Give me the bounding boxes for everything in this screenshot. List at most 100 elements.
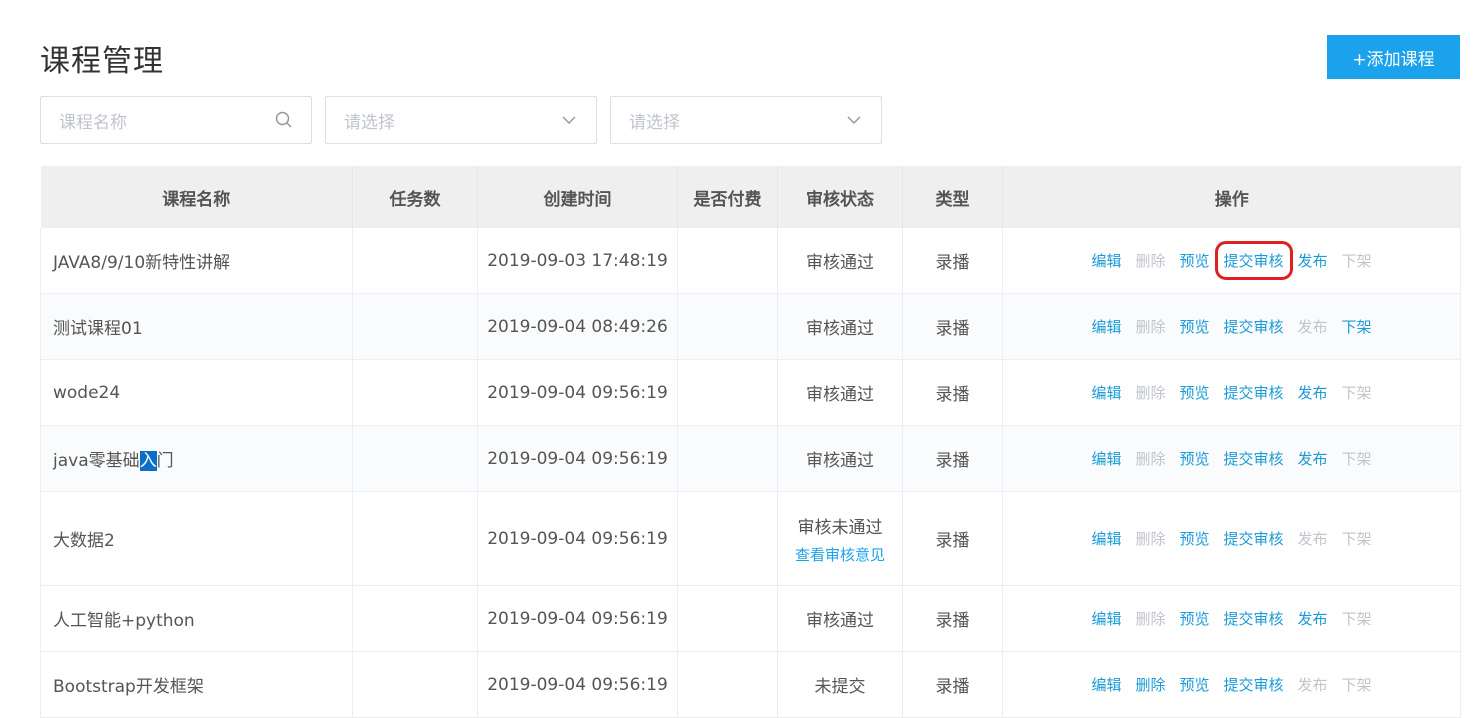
delete-button[interactable]: 删除 [1135, 674, 1165, 695]
preview-button[interactable]: 预览 [1179, 250, 1209, 271]
publish-button[interactable]: 发布 [1298, 250, 1328, 271]
submit-audit-button[interactable]: 提交审核 [1224, 528, 1284, 549]
unpublish-button[interactable]: 下架 [1342, 316, 1372, 337]
created-time: 2019-09-04 09:56:19 [477, 359, 678, 426]
submit-audit-button[interactable]: 提交审核 [1224, 448, 1284, 469]
preview-button[interactable]: 预览 [1179, 316, 1209, 337]
unpublish-button[interactable]: 下架 [1342, 608, 1372, 629]
paid-flag [677, 359, 778, 426]
edit-button[interactable]: 编辑 [1091, 448, 1121, 469]
delete-button[interactable]: 删除 [1135, 608, 1165, 629]
publish-button[interactable]: 发布 [1298, 448, 1328, 469]
submit-audit-button[interactable]: 提交审核 [1224, 316, 1284, 337]
column-header: 类型 [902, 166, 1003, 228]
submit-audit-button[interactable]: 提交审核 [1224, 674, 1284, 695]
audit-status: 审核通过 [777, 228, 903, 294]
created-time: 2019-09-04 09:56:19 [477, 585, 678, 652]
search-icon[interactable] [275, 111, 293, 129]
add-course-button[interactable]: +添加课程 [1327, 35, 1460, 79]
submit-audit-button[interactable]: 提交审核 [1224, 608, 1284, 629]
course-name: 测试课程01 [40, 293, 353, 360]
course-name: 人工智能+python [40, 585, 353, 652]
delete-button[interactable]: 删除 [1135, 528, 1165, 549]
publish-button[interactable]: 发布 [1298, 674, 1328, 695]
column-header: 审核状态 [777, 166, 903, 228]
column-header: 创建时间 [477, 166, 678, 228]
unpublish-button[interactable]: 下架 [1342, 448, 1372, 469]
preview-button[interactable]: 预览 [1179, 448, 1209, 469]
actions-cell: 编辑 删除 预览 提交审核 发布 下架 [1002, 491, 1461, 586]
edit-button[interactable]: 编辑 [1091, 608, 1121, 629]
edit-button[interactable]: 编辑 [1091, 316, 1121, 337]
paid-flag [677, 293, 778, 360]
course-name-part: java零基础 [53, 451, 140, 471]
table-row: wode24 2019-09-04 09:56:19 审核通过 录播 编辑 删除… [40, 359, 1461, 426]
course-name: 大数据2 [40, 491, 353, 586]
course-name: Bootstrap开发框架 [40, 651, 353, 718]
course-name-part: 门 [156, 451, 174, 471]
preview-button[interactable]: 预览 [1179, 528, 1209, 549]
course-table: 课程名称 任务数 创建时间 是否付费 审核状态 类型 操作 JAVA8/9/10… [40, 166, 1461, 718]
filter-select-2[interactable]: 请选择 [610, 96, 882, 144]
table-row: 测试课程01 2019-09-04 08:49:26 审核通过 录播 编辑 删除… [40, 293, 1461, 360]
edit-button[interactable]: 编辑 [1091, 382, 1121, 403]
edit-button[interactable]: 编辑 [1091, 250, 1121, 271]
unpublish-button[interactable]: 下架 [1342, 250, 1372, 271]
column-header: 是否付费 [677, 166, 778, 228]
audit-status: 审核未通过 查看审核意见 [777, 491, 903, 586]
column-header: 课程名称 [40, 166, 353, 228]
course-type: 录播 [902, 585, 1003, 652]
chevron-down-icon [560, 111, 578, 129]
paid-flag [677, 651, 778, 718]
created-time: 2019-09-04 09:56:19 [477, 651, 678, 718]
search-placeholder: 课程名称 [59, 112, 127, 133]
course-name: JAVA8/9/10新特性讲解 [40, 228, 353, 294]
course-type: 录播 [902, 228, 1003, 294]
table-row: java零基础入门 2019-09-04 09:56:19 审核通过 录播 编辑… [40, 425, 1461, 492]
view-audit-opinion-link[interactable]: 查看审核意见 [778, 544, 902, 565]
audit-status: 审核通过 [777, 359, 903, 426]
course-name-search-input[interactable]: 课程名称 [40, 96, 312, 144]
delete-button[interactable]: 删除 [1135, 250, 1165, 271]
task-count [352, 228, 478, 294]
delete-button[interactable]: 删除 [1135, 316, 1165, 337]
publish-button[interactable]: 发布 [1298, 608, 1328, 629]
created-time: 2019-09-04 09:56:19 [477, 425, 678, 492]
unpublish-button[interactable]: 下架 [1342, 382, 1372, 403]
task-count [352, 425, 478, 492]
filter-select-1[interactable]: 请选择 [325, 96, 597, 144]
selected-text: 入 [139, 451, 157, 471]
audit-status-text: 审核通过 [806, 385, 874, 405]
preview-button[interactable]: 预览 [1179, 674, 1209, 695]
publish-button[interactable]: 发布 [1298, 316, 1328, 337]
audit-status-text: 审核通过 [806, 451, 874, 471]
actions-cell: 编辑 删除 预览 提交审核 发布 下架 [1002, 585, 1461, 652]
actions-cell: 编辑 删除 预览 提交审核 发布 下架 [1002, 425, 1461, 492]
delete-button[interactable]: 删除 [1135, 448, 1165, 469]
course-type: 录播 [902, 651, 1003, 718]
submit-audit-button[interactable]: 提交审核 [1224, 382, 1284, 403]
audit-status: 审核通过 [777, 585, 903, 652]
course-type: 录播 [902, 491, 1003, 586]
course-type: 录播 [902, 359, 1003, 426]
course-name: java零基础入门 [40, 425, 353, 492]
edit-button[interactable]: 编辑 [1091, 674, 1121, 695]
column-header: 任务数 [352, 166, 478, 228]
course-type: 录播 [902, 293, 1003, 360]
publish-button[interactable]: 发布 [1298, 382, 1328, 403]
publish-button[interactable]: 发布 [1298, 528, 1328, 549]
preview-button[interactable]: 预览 [1179, 608, 1209, 629]
submit-audit-button[interactable]: 提交审核 [1214, 241, 1293, 280]
audit-status-text: 审核未通过 [797, 517, 883, 538]
delete-button[interactable]: 删除 [1135, 382, 1165, 403]
unpublish-button[interactable]: 下架 [1342, 528, 1372, 549]
select-placeholder: 请选择 [629, 112, 680, 133]
preview-button[interactable]: 预览 [1179, 382, 1209, 403]
table-row: JAVA8/9/10新特性讲解 2019-09-03 17:48:19 审核通过… [40, 228, 1461, 294]
page-title: 课程管理 [40, 44, 164, 79]
chevron-down-icon [845, 111, 863, 129]
unpublish-button[interactable]: 下架 [1342, 674, 1372, 695]
edit-button[interactable]: 编辑 [1091, 528, 1121, 549]
table-row: 人工智能+python 2019-09-04 09:56:19 审核通过 录播 … [40, 585, 1461, 652]
audit-status-text: 审核通过 [806, 611, 874, 631]
